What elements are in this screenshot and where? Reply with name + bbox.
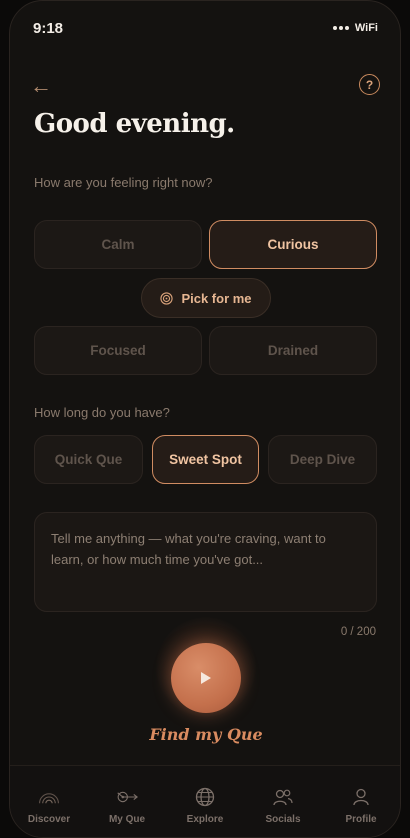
people-icon [272, 786, 294, 808]
tab-label-my-que: My Que [108, 814, 146, 825]
mood-chip-calm[interactable]: Calm [34, 220, 202, 269]
character-counter: 0 / 200 [340, 626, 376, 638]
find-my-que-label[interactable]: Find my Que [10, 725, 400, 744]
tab-my-que[interactable]: My Que [88, 766, 166, 837]
rainbow-icon [38, 786, 60, 808]
back-arrow-icon[interactable]: ← [30, 73, 56, 99]
phone-frame: 9:18 WiFi ← ? Good evening. How are you … [0, 0, 410, 838]
globe-icon [194, 786, 216, 808]
person-icon [350, 786, 372, 808]
tab-explore[interactable]: Explore [166, 766, 244, 837]
help-icon[interactable]: ? [359, 74, 380, 95]
duration-prompt: How long do you have? [34, 405, 170, 420]
status-indicators: WiFi [332, 22, 378, 34]
status-bar: 9:18 WiFi [10, 1, 400, 51]
tab-label-socials: Socials [265, 814, 301, 825]
target-icon [160, 291, 174, 305]
duration-chip-sweet-spot[interactable]: Sweet Spot [152, 435, 259, 484]
app-screen: 9:18 WiFi ← ? Good evening. How are you … [9, 0, 401, 838]
request-input[interactable]: Tell me anything — what you're craving, … [34, 512, 377, 612]
mood-chip-curious[interactable]: Curious [209, 220, 377, 269]
tab-profile[interactable]: Profile [322, 766, 400, 837]
network-label: WiFi [354, 22, 378, 34]
tab-label-profile: Profile [345, 814, 377, 825]
mood-chip-drained[interactable]: Drained [209, 326, 377, 375]
duration-chip-quick-que[interactable]: Quick Que [34, 435, 143, 484]
pick-for-me-button[interactable]: Pick for me [141, 278, 271, 318]
compass-arrow-icon [116, 786, 138, 808]
tab-label-discover: Discover [27, 814, 71, 825]
bottom-tab-bar: Discover My Que Explore Socials Profile [10, 765, 400, 837]
pick-for-me-label: Pick for me [181, 290, 252, 306]
play-icon [201, 672, 211, 684]
tab-discover[interactable]: Discover [10, 766, 88, 837]
mood-chip-focused[interactable]: Focused [34, 326, 202, 375]
status-time: 9:18 [33, 20, 64, 37]
mood-prompt: How are you feeling right now? [34, 175, 213, 190]
tab-socials[interactable]: Socials [244, 766, 322, 837]
find-my-que-play-button[interactable] [171, 643, 241, 713]
page-title: Good evening. [34, 109, 235, 139]
tab-label-explore: Explore [186, 814, 224, 825]
signal-dots-icon [332, 26, 349, 30]
duration-chip-deep-dive[interactable]: Deep Dive [268, 435, 377, 484]
